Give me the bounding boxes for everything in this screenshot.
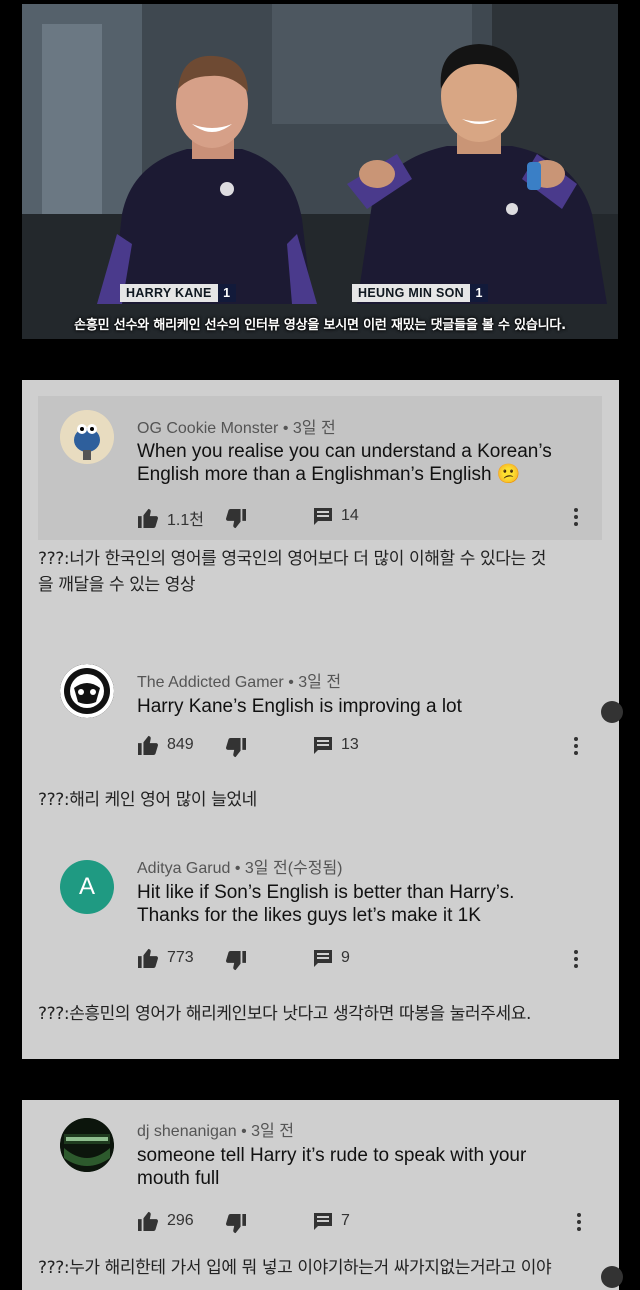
dj-logo-icon xyxy=(60,1118,114,1172)
like-count: 773 xyxy=(167,949,194,966)
avatar[interactable] xyxy=(60,1118,114,1172)
name-tag-harry-number: 1 xyxy=(217,284,236,302)
comment-text-line: someone tell Harry it’s rude to speak wi… xyxy=(137,1145,527,1166)
comment-translation: ???:해리 케인 영어 많이 늘었네 xyxy=(38,787,608,813)
comment-icon xyxy=(314,737,332,754)
translation-line: ???:손흥민의 영어가 해리케인보다 낫다고 생각하면 따봉을 눌러주세요. xyxy=(38,1004,531,1024)
like-button[interactable]: 773 xyxy=(137,948,194,968)
reply-button[interactable]: 14 xyxy=(313,506,359,526)
like-count: 296 xyxy=(167,1212,194,1229)
like-button[interactable]: 296 xyxy=(137,1211,194,1231)
dislike-button[interactable] xyxy=(225,738,255,758)
avatar[interactable] xyxy=(60,664,114,718)
comment-time: 3일 전 xyxy=(298,674,342,691)
reply-count: 7 xyxy=(341,1212,350,1229)
comment-text: someone tell Harry it’s rude to speak wi… xyxy=(137,1144,587,1190)
comment-time: 3일 전 xyxy=(292,420,336,437)
comment-translation: ???:손흥민의 영어가 해리케인보다 낫다고 생각하면 따봉을 눌러주세요. xyxy=(38,1001,608,1027)
thumbs-down-icon xyxy=(226,509,246,529)
name-tag-son-name: HEUNG MIN SON xyxy=(352,284,470,302)
avatar[interactable] xyxy=(60,410,114,464)
comment-author[interactable]: dj shenanigan xyxy=(137,1123,237,1140)
translation-line: ???:누가 해리한테 가서 입에 뭐 넣고 이야기하는거 싸가지없는거라고 이… xyxy=(38,1258,552,1278)
comment-author[interactable]: OG Cookie Monster xyxy=(137,420,278,437)
comment-actions: 773 9 xyxy=(137,948,587,972)
separator-dot: • xyxy=(234,860,241,877)
scroll-indicator[interactable] xyxy=(601,1266,623,1288)
reply-button[interactable]: 7 xyxy=(313,1211,350,1231)
thumbs-down-icon xyxy=(226,1214,246,1234)
more-options-icon[interactable] xyxy=(574,950,580,971)
comments-panel: dj shenanigan • 3일 전 someone tell Harry … xyxy=(22,1100,619,1290)
translation-line: ???:너가 한국인의 영어를 영국인의 영어보다 더 많이 이해할 수 있다는… xyxy=(38,549,546,569)
comment-text: Hit like if Son’s English is better than… xyxy=(137,881,587,927)
comment-author-line: dj shenanigan • 3일 전 xyxy=(137,1117,294,1141)
like-count: 1.1천 xyxy=(167,512,204,529)
comment-icon xyxy=(314,950,332,967)
comment-translation: ???:너가 한국인의 영어를 영국인의 영어보다 더 많이 이해할 수 있다는… xyxy=(38,546,608,598)
comment-author[interactable]: The Addicted Gamer xyxy=(137,674,284,691)
dislike-button[interactable] xyxy=(225,1214,255,1234)
comment-author-line: OG Cookie Monster • 3일 전 xyxy=(137,414,336,438)
comment-icon xyxy=(314,508,332,525)
more-options-icon[interactable] xyxy=(574,737,580,758)
comment-text: Harry Kane’s English is improving a lot xyxy=(137,695,587,718)
dislike-button[interactable] xyxy=(225,951,255,971)
name-tag-son-number: 1 xyxy=(470,284,488,302)
cookie-monster-icon xyxy=(60,410,114,464)
dislike-button[interactable] xyxy=(225,509,255,529)
scroll-indicator[interactable] xyxy=(601,701,623,723)
thumbs-up-icon xyxy=(138,508,158,528)
comment-text-line: Hit like if Son’s English is better than… xyxy=(137,882,515,903)
comment-text-line: Thanks for the likes guys let’s make it … xyxy=(137,905,481,926)
gamer-logo-icon xyxy=(60,664,114,718)
comment-author-line: The Addicted Gamer • 3일 전 xyxy=(137,668,341,692)
comment-actions: 1.1천 14 xyxy=(137,506,587,530)
separator-dot: • xyxy=(241,1123,247,1140)
name-tag-harry: HARRY KANE 1 xyxy=(120,284,236,302)
harry-kane-figure xyxy=(97,55,317,304)
comment-actions: 849 13 xyxy=(137,735,587,759)
separator-dot: • xyxy=(282,420,289,437)
reply-button[interactable]: 13 xyxy=(313,735,359,755)
video-frame[interactable]: HARRY KANE 1 HEUNG MIN SON 1 손흥민 선수와 해리케… xyxy=(22,4,618,339)
translation-line: ???:해리 케인 영어 많이 늘었네 xyxy=(38,790,257,810)
comment-text-line: Harry Kane’s English is improving a lot xyxy=(137,696,462,717)
avatar[interactable]: A xyxy=(60,860,114,914)
reply-count: 14 xyxy=(341,507,359,524)
reply-count: 13 xyxy=(341,736,359,753)
reply-button[interactable]: 9 xyxy=(313,948,350,968)
comment-time: 3일 전 xyxy=(251,1123,294,1140)
comment-translation: ???:누가 해리한테 가서 입에 뭐 넣고 이야기하는거 싸가지없는거라고 이… xyxy=(38,1255,612,1281)
comments-panel: OG Cookie Monster • 3일 전 When you realis… xyxy=(22,380,619,1059)
more-options-icon[interactable] xyxy=(577,1213,583,1234)
more-options-icon[interactable] xyxy=(574,508,580,529)
reply-count: 9 xyxy=(341,949,350,966)
video-caption: 손흥민 선수와 해리케인 선수의 인터뷰 영상을 보시면 이런 재밌는 댓글들을… xyxy=(74,318,566,333)
comment-author[interactable]: Aditya Garud xyxy=(137,860,230,877)
comment-text-line: When you realise you can understand a Ko… xyxy=(137,441,552,462)
translation-line: 을 깨달을 수 있는 영상 xyxy=(38,575,196,595)
like-button[interactable]: 1.1천 xyxy=(137,506,204,530)
heung-min-son-figure xyxy=(347,44,607,304)
like-count: 849 xyxy=(167,736,194,753)
avatar-letter: A xyxy=(78,873,95,900)
like-button[interactable]: 849 xyxy=(137,735,194,755)
comment-author-line: Aditya Garud • 3일 전(수정됨) xyxy=(137,854,343,878)
comment-time: 3일 전(수정됨) xyxy=(244,860,343,877)
comment-text-line: mouth full xyxy=(137,1168,220,1189)
thumbs-up-icon xyxy=(138,735,158,755)
name-tag-harry-name: HARRY KANE xyxy=(120,284,218,302)
comment-icon xyxy=(314,1213,332,1230)
comment-text-line: English more than a Englishman’s English… xyxy=(137,464,521,485)
separator-dot: • xyxy=(288,674,294,691)
thumbs-up-icon xyxy=(138,1211,158,1231)
comment-text: When you realise you can understand a Ko… xyxy=(137,440,587,486)
thumbs-up-icon xyxy=(138,948,158,968)
name-tag-son: HEUNG MIN SON 1 xyxy=(352,284,488,302)
comment-actions: 296 7 xyxy=(137,1211,587,1235)
thumbs-down-icon xyxy=(226,951,246,971)
thumbs-down-icon xyxy=(226,738,246,758)
